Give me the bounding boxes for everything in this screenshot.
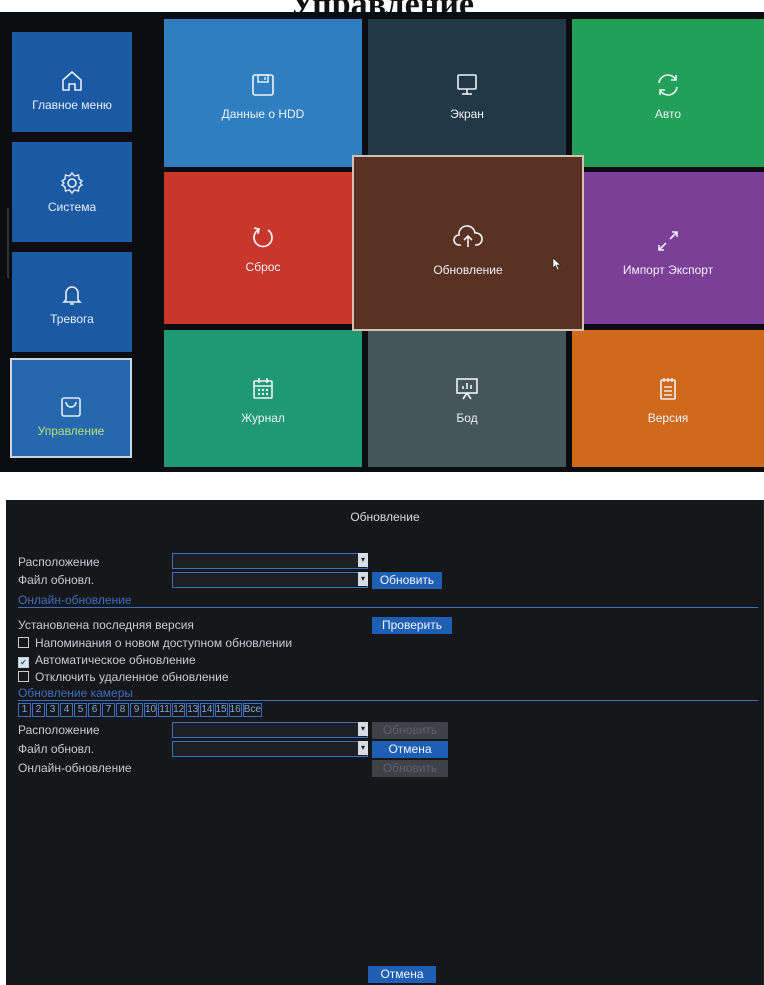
presentation-icon [456,378,478,400]
camera-number[interactable]: 6 [88,703,101,717]
tile-baud[interactable]: Бод [368,330,566,467]
auto-update-checkbox[interactable]: ✔ Автоматическое обновление [18,653,196,668]
camera-number[interactable]: 13 [186,703,200,717]
expand-icon [658,231,678,251]
location-select[interactable]: ▾ [172,553,368,569]
camera-number[interactable]: 9 [130,703,143,717]
tile-screen[interactable]: Экран [368,19,566,167]
cancel-button[interactable]: Отмена [368,966,436,983]
group-divider [18,607,758,608]
disable-remote-checkbox[interactable]: Отключить удаленное обновление [18,670,229,684]
sidebar-item-system[interactable]: Система [12,142,132,242]
tile-label: Журнал [241,411,285,425]
gear-icon [60,171,84,195]
chevron-down-icon: ▾ [358,553,368,567]
sidebar-item-label: Система [47,200,97,214]
camera-number[interactable]: 8 [116,703,129,717]
tile-label: Бод [456,411,478,425]
tile-label: Импорт Экспорт [622,263,714,277]
tile-label: Авто [654,107,682,121]
update-dialog: Обновление Расположение ▾ Файл обновл. ▾… [6,500,764,985]
camera-number[interactable]: 12 [172,703,186,717]
tile-log[interactable]: Журнал [164,330,362,467]
checkbox-box [18,671,29,682]
camera-number[interactable]: 15 [214,703,228,717]
tile-label: Данные о HDD [221,107,305,121]
refresh-icon [658,74,678,96]
tile-label: Экран [450,107,484,121]
checkbox-label: Напоминания о новом доступном обновлении [35,636,293,650]
mouse-cursor-icon [552,257,562,271]
camera-number[interactable]: 14 [200,703,214,717]
monitor-icon [457,74,477,95]
camera-number[interactable]: 10 [144,703,158,717]
file-select[interactable]: ▾ [172,572,368,588]
camera-location-label: Расположение [18,723,100,737]
floppy-icon [252,74,274,96]
camera-online-label: Онлайн-обновление [18,761,132,775]
chevron-down-icon: ▾ [358,722,368,736]
online-update-group-title: Онлайн-обновление [18,593,132,607]
update-button[interactable]: Обновить [372,572,442,589]
camera-number-list: 1 2 3 4 5 6 7 8 9 10 11 12 13 14 15 16 В… [18,703,262,717]
main-menu-screen: Главное меню Система Тревога Управление [0,12,764,472]
checkbox-box [18,637,29,648]
camera-location-select[interactable]: ▾ [172,722,368,738]
camera-number[interactable]: 4 [60,703,73,717]
tile-import-export[interactable]: Импорт Экспорт [572,172,764,324]
camera-file-label: Файл обновл. [18,742,95,756]
camera-number[interactable]: 11 [158,703,172,717]
tile-version[interactable]: Версия [572,330,764,467]
tile-label: Версия [647,411,689,425]
tile-auto[interactable]: Авто [572,19,764,167]
checkbox-label: Отключить удаленное обновление [35,670,229,684]
calendar-icon [253,378,273,399]
cloud-upload-icon [453,225,483,247]
camera-number[interactable]: 7 [102,703,115,717]
check-button[interactable]: Проверить [372,617,452,634]
clipboard-icon [660,378,676,400]
bag-icon [61,397,81,417]
camera-number[interactable]: 1 [18,703,31,717]
group-divider [18,700,758,701]
tile-update[interactable]: Обновление [352,155,584,331]
camera-file-select[interactable]: ▾ [172,741,368,757]
sidebar-item-label: Главное меню [32,98,112,112]
dialog-title: Обновление [350,510,420,524]
tile-label: Обновление [433,263,503,277]
location-label: Расположение [18,555,100,569]
camera-number[interactable]: 16 [228,703,242,717]
camera-cancel-button[interactable]: Отмена [372,741,448,758]
camera-online-update-button[interactable]: Обновить [372,760,448,777]
scroll-edge [7,208,9,278]
sidebar-item-management[interactable]: Управление [10,358,132,458]
sidebar-item-label: Тревога [50,312,94,326]
chevron-down-icon: ▾ [358,572,368,586]
camera-update-button[interactable]: Обновить [372,722,448,739]
reminder-checkbox[interactable]: Напоминания о новом доступном обновлении [18,636,292,650]
sidebar-item-main-menu[interactable]: Главное меню [12,32,132,132]
reset-icon [253,227,273,248]
latest-version-text: Установлена последняя версия [18,618,194,632]
camera-number[interactable]: 5 [74,703,87,717]
file-label: Файл обновл. [18,573,95,587]
bell-icon [62,286,82,305]
home-icon [62,70,82,91]
chevron-down-icon: ▾ [358,741,368,755]
sidebar-item-label: Управление [37,424,105,438]
sidebar-item-alarm[interactable]: Тревога [12,252,132,352]
camera-number[interactable]: 3 [46,703,59,717]
checkmark-icon: ✔ [18,657,29,668]
camera-number-all[interactable]: Все [242,703,262,717]
tile-label: Сброс [245,260,281,274]
camera-number[interactable]: 2 [32,703,45,717]
checkbox-label: Автоматическое обновление [35,653,196,667]
tile-reset[interactable]: Сброс [164,172,362,324]
camera-update-group-title: Обновление камеры [18,686,134,700]
tile-hdd-info[interactable]: Данные о HDD [164,19,362,167]
